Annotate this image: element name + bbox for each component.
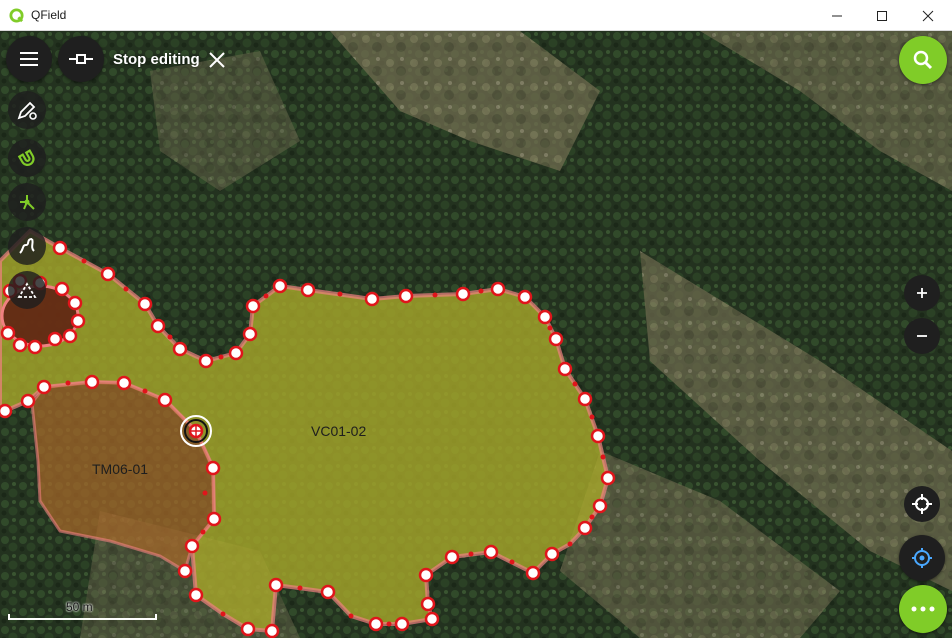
minus-icon bbox=[917, 335, 927, 337]
feature-label-tm06-01: TM06-01 bbox=[92, 461, 149, 477]
magnet-icon bbox=[17, 149, 35, 166]
close-window-button[interactable] bbox=[905, 0, 951, 31]
close-icon[interactable] bbox=[206, 49, 228, 71]
gps-crosshair-button[interactable] bbox=[904, 486, 940, 522]
topology-icon bbox=[20, 195, 35, 210]
minimize-button[interactable] bbox=[814, 0, 860, 31]
stop-editing-label[interactable]: Stop editing bbox=[113, 51, 200, 68]
digitize-mode-button[interactable] bbox=[58, 36, 104, 82]
minimize-icon bbox=[832, 15, 842, 16]
freehand-button[interactable] bbox=[8, 227, 46, 265]
locate-button[interactable] bbox=[899, 535, 945, 581]
zoom-out-button[interactable] bbox=[904, 318, 940, 354]
scale-label: 50 m bbox=[66, 600, 93, 614]
search-button[interactable] bbox=[899, 36, 947, 84]
more-actions-button[interactable] bbox=[899, 585, 947, 633]
line-node-icon bbox=[69, 54, 93, 64]
window-title: QField bbox=[31, 8, 67, 22]
maximize-icon bbox=[877, 10, 887, 21]
geometry-tool-button[interactable] bbox=[8, 271, 46, 309]
main-menu-button[interactable] bbox=[6, 36, 52, 82]
locate-icon bbox=[912, 548, 932, 568]
scale-bar bbox=[8, 614, 157, 620]
freehand-icon bbox=[19, 238, 35, 254]
feature-label-vc01-02: VC01-02 bbox=[311, 423, 367, 439]
snapping-button[interactable] bbox=[8, 139, 46, 177]
zoom-in-button[interactable] bbox=[904, 275, 940, 311]
pencil-gear-icon bbox=[17, 101, 37, 120]
menu-icon bbox=[20, 52, 38, 66]
window-titlebar: QField bbox=[0, 0, 952, 31]
more-icon bbox=[911, 606, 935, 612]
topology-button[interactable] bbox=[8, 183, 46, 221]
crosshair-icon bbox=[912, 494, 932, 514]
map-canvas[interactable]: VC01-02 TM06-01 Stop editing 50 m bbox=[0, 31, 952, 638]
plus-icon bbox=[917, 288, 927, 298]
aerial-imagery bbox=[0, 31, 952, 638]
edit-settings-button[interactable] bbox=[8, 91, 46, 129]
search-icon bbox=[913, 50, 933, 70]
maximize-button[interactable] bbox=[859, 0, 905, 31]
qfield-logo-icon bbox=[9, 8, 24, 23]
close-icon bbox=[922, 10, 934, 21]
triangle-icon bbox=[17, 282, 37, 298]
